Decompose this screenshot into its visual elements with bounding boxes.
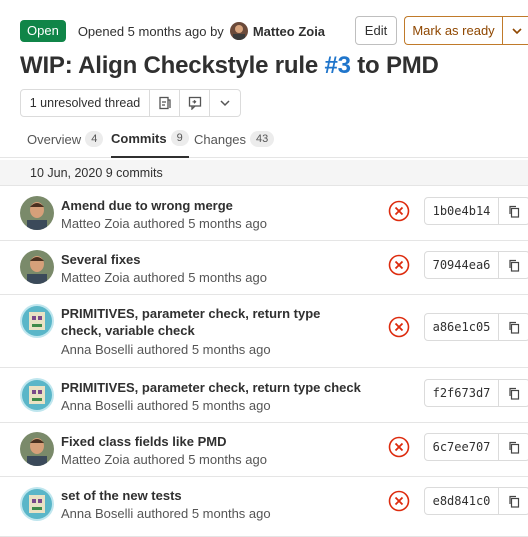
copy-icon [508,321,519,334]
commit-meta: Matteo Zoia authored 5 months ago [61,452,267,467]
commit-sha-link[interactable]: f2f673d7 [424,379,499,407]
status-failed-icon[interactable] [388,436,410,458]
copy-sha-button[interactable] [498,251,528,279]
author-avatar[interactable] [229,22,248,40]
discussion-counter: 1 unresolved thread [20,89,241,117]
tab-overview[interactable]: Overview 4 [27,120,104,158]
chevron-down-icon [512,27,522,34]
commit-authored-time: authored 5 months ago [133,270,267,285]
commit-row: Several fixes Matteo Zoia authored 5 mon… [0,241,528,295]
tab-commits[interactable]: Commits 9 [111,120,189,158]
mark-as-ready-button[interactable]: Mark as ready [404,16,502,45]
tab-count-badge: 43 [250,131,275,147]
unresolved-threads-button[interactable]: 1 unresolved thread [20,89,150,117]
commit-meta: Anna Boselli authored 5 months ago [61,398,271,413]
commit-sha-link[interactable]: e8d841c0 [424,487,499,515]
commit-meta: Matteo Zoia authored 5 months ago [61,270,267,285]
copy-sha-button[interactable] [498,379,528,407]
copy-icon [508,259,519,272]
commit-author-link[interactable]: Matteo Zoia [61,452,130,467]
commit-author-avatar[interactable] [20,378,54,412]
resolve-thread-icon [158,96,171,110]
tab-label: Changes [194,131,247,147]
commit-sha-link[interactable]: 6c7ee707 [424,433,499,461]
commit-row: PRIMITIVES, parameter check, return type… [0,368,528,423]
commit-title-link[interactable]: set of the new tests [61,487,361,504]
edit-button[interactable]: Edit [355,16,397,45]
commits-date-header: 10 Jun, 2020 9 commits [0,160,528,186]
commit-row: PRIMITIVES, parameter check, return type… [0,295,528,368]
commit-author-link[interactable]: Anna Boselli [61,506,133,521]
status-failed-icon[interactable] [388,254,410,276]
commit-author-avatar[interactable] [20,487,54,521]
commit-author-link[interactable]: Anna Boselli [61,342,133,357]
copy-sha-button[interactable] [498,313,528,341]
page-title: WIP: Align Checkstyle rule #3 to PMD [20,52,439,80]
commit-author-link[interactable]: Anna Boselli [61,398,133,413]
status-failed-icon[interactable] [388,316,410,338]
mr-tabs: Overview 4 Commits 9 Changes 43 [0,120,528,158]
copy-icon [508,387,519,400]
commit-sha-link[interactable]: a86e1c05 [424,313,499,341]
commit-author-avatar[interactable] [20,304,54,338]
commit-authored-time: authored 5 months ago [136,342,271,357]
commit-title-link[interactable]: Fixed class fields like PMD [61,433,361,450]
commit-sha-link[interactable]: 70944ea6 [424,251,499,279]
chevron-down-icon [220,100,230,107]
threads-dropdown-toggle[interactable] [210,89,241,117]
jump-to-thread-button[interactable] [180,89,210,117]
status-badge: Open [20,20,66,42]
status-failed-icon[interactable] [388,490,410,512]
commit-authored-time: authored 5 months ago [133,452,267,467]
issue-reference-link[interactable]: #3 [324,52,350,79]
commit-author-avatar[interactable] [20,196,54,230]
commit-authored-time: authored 5 months ago [133,216,267,231]
resolve-thread-button[interactable] [150,89,180,117]
commit-meta: Anna Boselli authored 5 months ago [61,342,271,357]
commit-author-link[interactable]: Matteo Zoia [61,216,130,231]
commit-author-avatar[interactable] [20,432,54,466]
author-name-link[interactable]: Matteo Zoia [253,24,325,39]
commit-authored-time: authored 5 months ago [136,398,271,413]
tab-changes[interactable]: Changes 43 [194,120,275,158]
commit-title-link[interactable]: PRIMITIVES, parameter check, return type… [61,379,371,396]
commit-author-link[interactable]: Matteo Zoia [61,270,130,285]
tab-label: Overview [27,131,82,147]
commit-row: set of the new tests Anna Boselli author… [0,477,528,537]
commit-title-link[interactable]: Several fixes [61,251,361,268]
tab-count-badge: 4 [85,131,104,147]
title-prefix: WIP: Align Checkstyle rule [20,52,325,79]
commit-title-link[interactable]: Amend due to wrong merge [61,197,361,214]
copy-icon [508,495,519,508]
commit-row: Fixed class fields like PMD Matteo Zoia … [0,423,528,477]
copy-sha-button[interactable] [498,433,528,461]
commit-meta: Anna Boselli authored 5 months ago [61,506,271,521]
tab-label: Commits [111,130,167,146]
commit-author-avatar[interactable] [20,250,54,284]
commit-title-link[interactable]: PRIMITIVES, parameter check, return type… [61,305,361,339]
tab-count-badge: 9 [170,130,189,146]
comment-icon [188,96,201,110]
commit-row: Amend due to wrong merge Matteo Zoia aut… [0,186,528,241]
copy-sha-button[interactable] [498,487,528,515]
commit-authored-time: authored 5 months ago [136,506,271,521]
commit-meta: Matteo Zoia authored 5 months ago [61,216,267,231]
title-suffix: to PMD [350,52,439,79]
copy-icon [508,205,519,218]
copy-sha-button[interactable] [498,197,528,225]
copy-icon [508,441,519,454]
opened-text: Opened 5 months ago by [77,23,224,39]
commit-sha-link[interactable]: 1b0e4b14 [424,197,499,225]
ready-dropdown-toggle[interactable] [502,16,528,45]
status-failed-icon[interactable] [388,200,410,222]
